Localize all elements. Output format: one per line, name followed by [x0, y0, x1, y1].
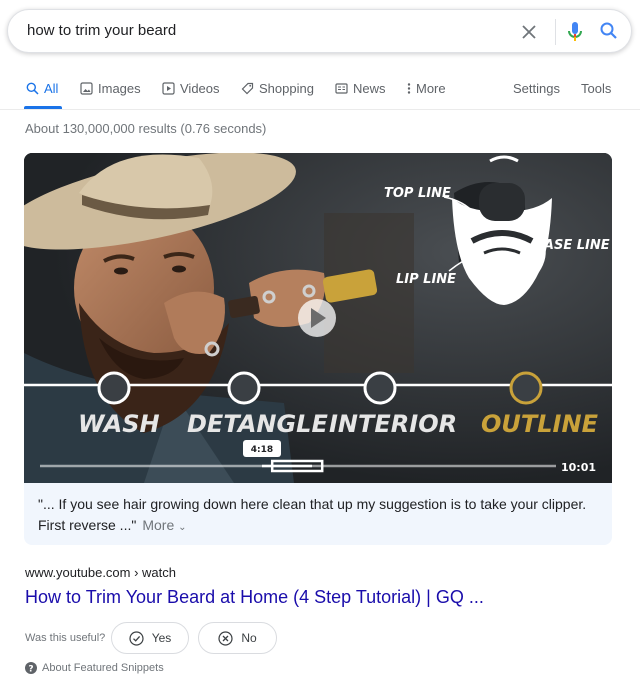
tabs-divider — [0, 109, 640, 110]
no-label: No — [241, 631, 257, 645]
lip-line-label: LIP LINE — [396, 272, 456, 287]
tab-settings[interactable]: Settings — [513, 81, 560, 96]
timestamp-label: 4:18 — [251, 445, 273, 455]
news-icon — [335, 83, 348, 94]
tab-more[interactable]: More — [407, 81, 446, 96]
search-input[interactable]: how to trim your beard — [27, 22, 176, 39]
feedback-question: Was this useful? — [25, 632, 106, 644]
more-button[interactable]: More ⌄ — [142, 517, 186, 533]
tab-shopping[interactable]: Shopping — [241, 81, 314, 96]
search-divider — [555, 19, 556, 45]
caption-text: "... If you see hair growing down here c… — [38, 496, 587, 533]
about-label: About Featured Snippets — [42, 662, 164, 674]
step-marker — [227, 371, 261, 405]
svg-text:?: ? — [28, 664, 33, 674]
step-marker — [363, 371, 397, 405]
tab-all[interactable]: All — [26, 81, 58, 96]
close-icon[interactable] — [519, 22, 539, 42]
tab-label: Tools — [581, 81, 612, 96]
no-button[interactable]: No — [198, 622, 277, 654]
tag-icon — [241, 82, 254, 95]
microphone-icon[interactable] — [566, 20, 584, 44]
tab-label: Videos — [180, 81, 220, 96]
tab-label: Images — [98, 81, 141, 96]
tab-videos[interactable]: Videos — [162, 81, 220, 96]
step-label: DETANGLE — [187, 410, 328, 438]
tab-label: Settings — [513, 81, 560, 96]
yes-button[interactable]: Yes — [111, 622, 189, 654]
step-marker — [97, 371, 131, 405]
base-line-label: BASE LINE — [534, 238, 610, 253]
close-circle-icon — [218, 630, 233, 646]
search-icon[interactable] — [599, 21, 619, 41]
search-box[interactable]: how to trim your beard — [7, 9, 632, 53]
step-label: OUTLINE — [481, 410, 599, 438]
image-icon — [80, 82, 93, 95]
tab-images[interactable]: Images — [80, 81, 141, 96]
tab-label: Shopping — [259, 81, 314, 96]
step-label: INTERIOR — [329, 410, 457, 438]
top-line-label: TOP LINE — [384, 186, 451, 201]
result-title-link[interactable]: How to Trim Your Beard at Home (4 Step T… — [25, 587, 484, 608]
video-caption: "... If you see hair growing down here c… — [38, 494, 598, 538]
video-frame: TOP LINE BASE LINE LIP LINE WASH DETANGL… — [24, 153, 612, 483]
tab-label: More — [416, 81, 446, 96]
tab-tools[interactable]: Tools — [581, 81, 611, 96]
video-duration: 10:01 — [561, 461, 596, 474]
result-stats: About 130,000,000 results (0.76 seconds) — [25, 121, 267, 136]
tab-label: News — [353, 81, 386, 96]
tab-label: All — [44, 81, 59, 96]
search-icon — [26, 82, 39, 95]
help-icon: ? — [25, 662, 37, 674]
tab-news[interactable]: News — [335, 81, 386, 96]
chevron-down-icon: ⌄ — [178, 522, 187, 533]
about-featured-snippets[interactable]: ? About Featured Snippets — [25, 662, 164, 674]
search-tabs: All Images Videos Shopping News More Set… — [0, 78, 640, 110]
check-circle-icon — [129, 630, 144, 646]
more-label: More — [142, 517, 175, 533]
more-vert-icon — [407, 83, 411, 94]
yes-label: Yes — [151, 631, 172, 645]
featured-video-snippet: TOP LINE BASE LINE LIP LINE WASH DETANGL… — [24, 153, 612, 545]
result-url[interactable]: www.youtube.com › watch — [25, 565, 176, 580]
play-icon — [162, 82, 175, 95]
step-marker-active — [509, 371, 543, 405]
video-thumbnail[interactable]: TOP LINE BASE LINE LIP LINE WASH DETANGL… — [24, 153, 612, 483]
step-label: WASH — [78, 410, 160, 438]
